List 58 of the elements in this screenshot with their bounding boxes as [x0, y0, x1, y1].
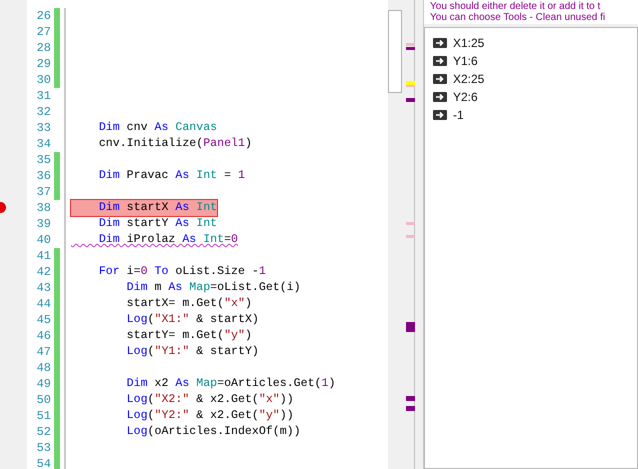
log-entry: X1:25 — [453, 35, 484, 52]
line-number: 30 — [36, 72, 51, 88]
code-line: Log(oArticles.IndexOf(m)) — [126, 424, 301, 440]
code-line: Log("X2:" & x2.Get("x")) — [126, 392, 294, 408]
line-number: 53 — [36, 440, 51, 456]
line-number: 31 — [36, 88, 51, 104]
line-number: 51 — [36, 408, 51, 424]
line-number: 34 — [36, 136, 51, 152]
log-entry: Y1:6 — [453, 53, 478, 70]
code-line: Dim cnv As Canvas — [98, 120, 218, 136]
code-line: Dim m As Map=oList.Get(i) — [126, 280, 301, 296]
arrow-icon — [433, 38, 447, 48]
line-number: 41 — [36, 248, 51, 264]
line-number: 37 — [36, 184, 51, 200]
scrollbar-thumb[interactable] — [388, 10, 402, 93]
line-number: 33 — [36, 120, 51, 136]
line-number: 27 — [36, 24, 51, 40]
line-number: 28 — [36, 40, 51, 56]
panel-splitter[interactable] — [415, 0, 424, 469]
line-number: 52 — [36, 424, 51, 440]
line-number: 32 — [36, 104, 51, 120]
code-line: Dim iProlaz As Int=0 — [98, 232, 238, 248]
line-number: 45 — [36, 312, 51, 328]
line-number: 49 — [36, 376, 51, 392]
line-number: 46 — [36, 328, 51, 344]
warning-message: You can choose Tools - Clean unused fi — [430, 12, 606, 23]
line-number: 43 — [36, 280, 51, 296]
line-number: 26 — [36, 8, 51, 24]
warning-message: You should either delete it or add it to t — [430, 1, 600, 12]
line-number: 39 — [36, 216, 51, 232]
arrow-icon — [433, 92, 447, 102]
code-line: Log("X1:" & startX) — [126, 312, 259, 328]
line-number: 48 — [36, 360, 51, 376]
line-number: 54 — [36, 456, 51, 469]
code-line: Log("Y1:" & startY) — [126, 344, 259, 360]
line-number: 44 — [36, 296, 51, 312]
code-line: startX= m.Get("x") — [126, 296, 252, 312]
arrow-icon — [433, 110, 447, 120]
line-number: 36 — [36, 168, 51, 184]
log-entry: -1 — [453, 107, 464, 124]
line-number: 35 — [36, 152, 51, 168]
code-line: startY= m.Get("y") — [126, 328, 252, 344]
log-entry: Y2:6 — [453, 89, 478, 106]
code-line: Dim startY As Int — [98, 216, 218, 232]
line-number: 42 — [36, 264, 51, 280]
line-number: 40 — [36, 232, 51, 248]
line-number: 38 — [36, 200, 51, 216]
code-line: For i=0 To oList.Size -1 — [98, 264, 266, 280]
arrow-icon — [433, 56, 447, 66]
code-line: Dim Pravac As Int = 1 — [98, 168, 245, 184]
code-line: Log("Y2:" & x2.Get("y")) — [126, 408, 294, 424]
code-line: cnv.Initialize(Panel1) — [98, 136, 252, 152]
line-number: 29 — [36, 56, 51, 72]
log-entry: X2:25 — [453, 71, 484, 88]
arrow-icon — [433, 74, 447, 84]
line-number: 47 — [36, 344, 51, 360]
line-number: 50 — [36, 392, 51, 408]
code-line: Dim x2 As Map=oArticles.Get(1) — [126, 376, 336, 392]
